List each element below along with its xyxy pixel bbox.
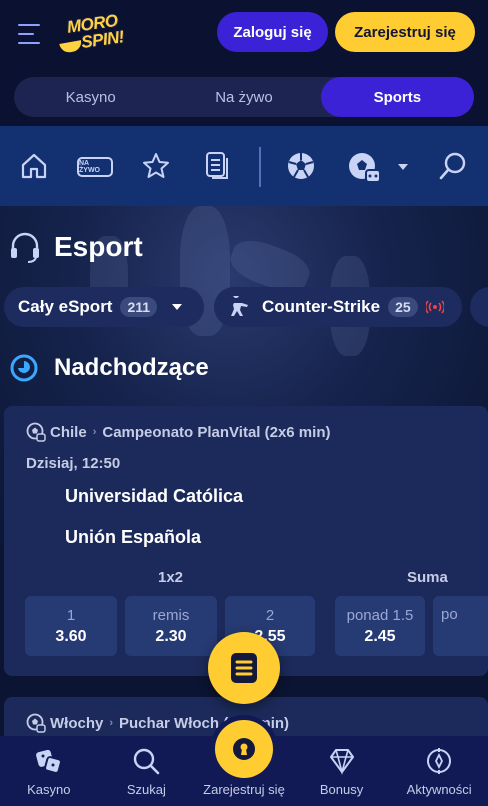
login-button[interactable]: Zaloguj się bbox=[217, 12, 328, 52]
keyhole-icon bbox=[214, 720, 273, 778]
market-label-total: Suma bbox=[407, 569, 448, 586]
bottom-nav-szukaj[interactable]: Szukaj bbox=[98, 736, 196, 806]
live-badge: NA ŻYWO bbox=[77, 157, 113, 177]
betslip-history-icon[interactable] bbox=[203, 150, 233, 182]
match-league-name: Campeonato PlanVital (2x6 min) bbox=[102, 423, 331, 441]
odd-value: 2.45 bbox=[364, 627, 396, 645]
main-tabs-bar: Kasyno Na żywo Sports bbox=[0, 68, 488, 126]
section-title-upcoming: Nadchodzące bbox=[10, 348, 209, 388]
soccer-ball-icon[interactable] bbox=[285, 150, 317, 182]
match-league: Chile › Campeonato PlanVital (2x6 min) bbox=[26, 422, 330, 442]
chip-label: Cały eSport bbox=[18, 297, 113, 316]
filter-chip-counter-strike[interactable]: Counter-Strike 25 bbox=[214, 287, 462, 327]
esport-title-text: Esport bbox=[54, 231, 143, 262]
chip-count: 25 bbox=[388, 297, 418, 317]
odd-label: po bbox=[441, 606, 458, 623]
star-icon[interactable] bbox=[140, 150, 172, 182]
tab-kasyno[interactable]: Kasyno bbox=[14, 77, 167, 117]
logo-text-line2: SPIN! bbox=[80, 27, 126, 52]
team-away: Unión Española bbox=[65, 527, 202, 547]
team-home: Universidad Católica bbox=[65, 486, 244, 506]
dice-icon bbox=[35, 749, 62, 774]
bottom-nav-kasyno[interactable]: Kasyno bbox=[0, 736, 98, 806]
odd-label: ponad 1.5 bbox=[346, 606, 414, 624]
soldier-icon bbox=[231, 296, 248, 316]
live-icon[interactable]: NA ŻYWO bbox=[76, 156, 114, 178]
odd-value: 2.30 bbox=[155, 627, 187, 645]
odd-value: 3.60 bbox=[55, 627, 87, 645]
chevron-down-icon[interactable] bbox=[395, 160, 411, 174]
odd-button-under[interactable]: po bbox=[433, 596, 488, 656]
bottom-nav: Kasyno Szukaj Zarejestruj się Bonusy Akt… bbox=[0, 720, 488, 806]
chip-count: 211 bbox=[120, 297, 158, 317]
chevron-down-icon bbox=[172, 304, 183, 310]
main-tabs: Kasyno Na żywo Sports bbox=[14, 77, 474, 117]
filter-chip-all-esport[interactable]: Cały eSport 211 bbox=[4, 287, 204, 327]
bottom-nav-register[interactable]: Zarejestruj się bbox=[195, 720, 293, 806]
headset-icon bbox=[11, 232, 39, 263]
esport-ball-icon bbox=[26, 422, 46, 442]
chip-label: Counter-Strike bbox=[262, 297, 381, 316]
menu-icon[interactable] bbox=[18, 24, 44, 44]
virtual-sport-icon[interactable] bbox=[346, 150, 382, 186]
nav-divider bbox=[259, 147, 261, 187]
odd-button-over[interactable]: ponad 1.5 2.45 bbox=[335, 596, 425, 656]
logo[interactable]: MORO SPIN! bbox=[59, 10, 142, 58]
market-label-1x2: 1x2 bbox=[158, 569, 184, 586]
odd-button-draw[interactable]: remis 2.30 bbox=[125, 596, 217, 656]
tab-na-zywo[interactable]: Na żywo bbox=[167, 77, 320, 117]
diamond-icon bbox=[329, 749, 354, 776]
bottom-nav-label: Aktywności bbox=[406, 782, 472, 797]
live-signal-icon bbox=[425, 300, 444, 314]
odd-label: remis bbox=[152, 606, 190, 624]
bottom-nav-label: Kasyno bbox=[27, 782, 71, 797]
register-button[interactable]: Zarejestruj się bbox=[335, 12, 475, 52]
chevron-right-icon: › bbox=[92, 426, 97, 438]
match-country: Włochy bbox=[50, 714, 104, 732]
bottom-nav-label: Bonusy bbox=[319, 782, 364, 797]
betslip-icon bbox=[231, 653, 257, 683]
bottom-nav-aktywnosci[interactable]: Aktywności bbox=[390, 736, 488, 806]
odd-label: 2 bbox=[265, 606, 275, 624]
bottom-nav-bonusy[interactable]: Bonusy bbox=[293, 736, 391, 806]
match-country: Chile bbox=[50, 423, 87, 441]
odd-button-home[interactable]: 1 3.60 bbox=[25, 596, 117, 656]
esport-ball-icon bbox=[26, 713, 46, 733]
match-datetime: Dzisiaj, 12:50 bbox=[26, 455, 121, 472]
clock-icon bbox=[10, 354, 38, 382]
compass-icon bbox=[427, 748, 452, 774]
search-icon bbox=[134, 748, 160, 775]
upcoming-title-text: Nadchodzące bbox=[54, 354, 209, 381]
betslip-button[interactable] bbox=[208, 632, 280, 704]
bottom-nav-label: Zarejestruj się bbox=[203, 782, 285, 797]
search-icon[interactable] bbox=[436, 149, 470, 183]
odd-label: 1 bbox=[66, 606, 76, 624]
bottom-nav-label: Szukaj bbox=[126, 782, 166, 797]
section-title-esport: Esport bbox=[8, 226, 143, 268]
chevron-right-icon: › bbox=[109, 717, 114, 729]
tab-sports[interactable]: Sports bbox=[320, 77, 474, 117]
sport-nav bbox=[0, 126, 488, 206]
lamp-icon bbox=[59, 40, 83, 54]
home-icon[interactable] bbox=[18, 150, 50, 182]
